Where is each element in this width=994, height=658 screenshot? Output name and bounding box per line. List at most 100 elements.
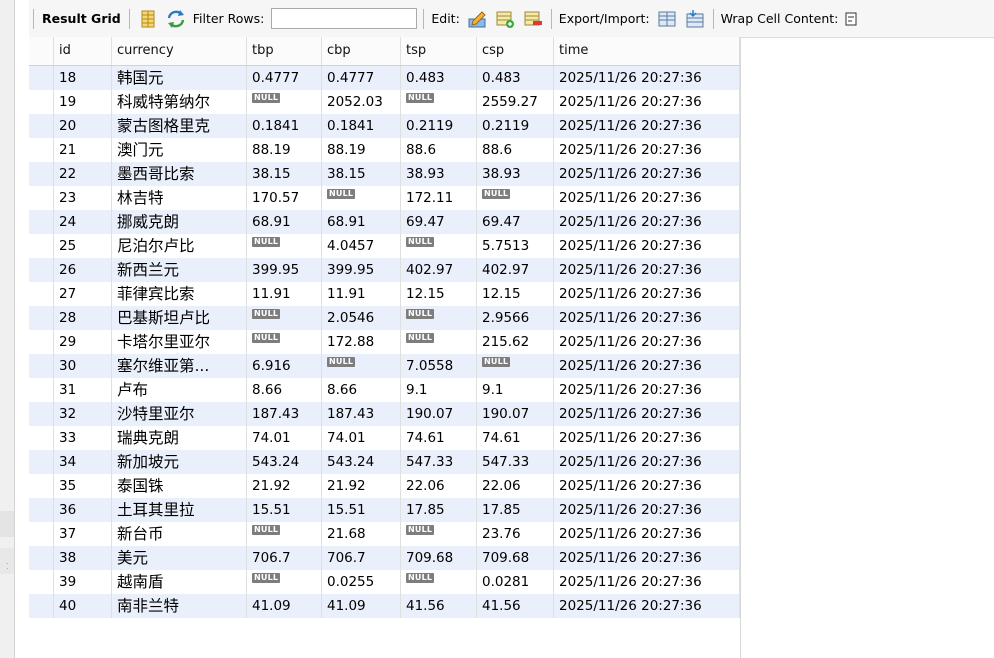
- cell-tbp[interactable]: 21.92: [247, 474, 322, 498]
- cell-csp[interactable]: 2.9566: [477, 306, 554, 330]
- cell-time[interactable]: 2025/11/26 20:27:36: [554, 258, 740, 282]
- cell-cbp[interactable]: 68.91: [322, 210, 401, 234]
- cell-tsp[interactable]: 22.06: [401, 474, 477, 498]
- cell-cbp[interactable]: 74.01: [322, 426, 401, 450]
- cell-cbp[interactable]: 0.4777: [322, 66, 401, 90]
- column-header-csp[interactable]: csp: [477, 37, 554, 65]
- cell-time[interactable]: 2025/11/26 20:27:36: [554, 282, 740, 306]
- cell-time[interactable]: 2025/11/26 20:27:36: [554, 522, 740, 546]
- cell-csp[interactable]: 22.06: [477, 474, 554, 498]
- table-row[interactable]: 37 新台币 NULL 21.68 NULL 23.76 2025/11/26 20:27:…: [29, 522, 740, 546]
- cell-cbp[interactable]: 0.1841: [322, 114, 401, 138]
- cell-time[interactable]: 2025/11/26 20:27:36: [554, 450, 740, 474]
- cell-tbp[interactable]: 88.19: [247, 138, 322, 162]
- table-row[interactable]: 34 新加坡元 543.24 543.24 547.33 547.33 2025/11/26…: [29, 450, 740, 474]
- cell-currency[interactable]: 墨西哥比索: [112, 162, 247, 186]
- row-indicator[interactable]: [29, 210, 54, 234]
- cell-currency[interactable]: 科威特第纳尔: [112, 90, 247, 114]
- table-row[interactable]: 22 墨西哥比索 38.15 38.15 38.93 38.93 2025/11/26 20…: [29, 162, 740, 186]
- table-row[interactable]: 33 瑞典克朗 74.01 74.01 74.61 74.61 2025/11/26 20:…: [29, 426, 740, 450]
- cell-tsp[interactable]: 17.85: [401, 498, 477, 522]
- row-indicator[interactable]: [29, 162, 54, 186]
- cell-id[interactable]: 28: [54, 306, 112, 330]
- cell-id[interactable]: 39: [54, 570, 112, 594]
- cell-tsp[interactable]: 0.483: [401, 66, 477, 90]
- column-header-cbp[interactable]: cbp: [322, 37, 401, 65]
- cell-cbp[interactable]: 15.51: [322, 498, 401, 522]
- cell-id[interactable]: 27: [54, 282, 112, 306]
- column-header-time[interactable]: time: [554, 37, 740, 65]
- cell-id[interactable]: 24: [54, 210, 112, 234]
- cell-currency[interactable]: 瑞典克朗: [112, 426, 247, 450]
- row-indicator[interactable]: [29, 594, 54, 618]
- cell-cbp[interactable]: 41.09: [322, 594, 401, 618]
- row-indicator[interactable]: [29, 546, 54, 570]
- cell-csp[interactable]: 69.47: [477, 210, 554, 234]
- cell-csp[interactable]: 0.483: [477, 66, 554, 90]
- cell-tbp[interactable]: 6.916: [247, 354, 322, 378]
- cell-currency[interactable]: 新加坡元: [112, 450, 247, 474]
- cell-tbp[interactable]: NULL: [247, 330, 322, 354]
- table-row[interactable]: 18 韩国元 0.4777 0.4777 0.483 0.483 2025/11/26 20…: [29, 66, 740, 90]
- cell-csp[interactable]: 23.76: [477, 522, 554, 546]
- cell-tsp[interactable]: 74.61: [401, 426, 477, 450]
- cell-tsp[interactable]: 190.07: [401, 402, 477, 426]
- cell-time[interactable]: 2025/11/26 20:27:36: [554, 474, 740, 498]
- table-row[interactable]: 21 澳门元 88.19 88.19 88.6 88.6 2025/11/26 20:27:…: [29, 138, 740, 162]
- cell-tsp[interactable]: NULL: [401, 306, 477, 330]
- cell-csp[interactable]: 0.2119: [477, 114, 554, 138]
- cell-tbp[interactable]: NULL: [247, 90, 322, 114]
- cell-currency[interactable]: 挪威克朗: [112, 210, 247, 234]
- cell-time[interactable]: 2025/11/26 20:27:36: [554, 138, 740, 162]
- cell-id[interactable]: 34: [54, 450, 112, 474]
- delete-row-icon[interactable]: [523, 9, 543, 29]
- cell-tbp[interactable]: 0.4777: [247, 66, 322, 90]
- cell-tsp[interactable]: NULL: [401, 522, 477, 546]
- cell-tsp[interactable]: NULL: [401, 330, 477, 354]
- row-indicator[interactable]: [29, 114, 54, 138]
- row-indicator[interactable]: [29, 258, 54, 282]
- cell-time[interactable]: 2025/11/26 20:27:36: [554, 162, 740, 186]
- cell-time[interactable]: 2025/11/26 20:27:36: [554, 306, 740, 330]
- cell-id[interactable]: 33: [54, 426, 112, 450]
- cell-time[interactable]: 2025/11/26 20:27:36: [554, 426, 740, 450]
- cell-currency[interactable]: 巴基斯坦卢比: [112, 306, 247, 330]
- cell-tbp[interactable]: 15.51: [247, 498, 322, 522]
- cell-csp[interactable]: 190.07: [477, 402, 554, 426]
- cell-csp[interactable]: 9.1: [477, 378, 554, 402]
- cell-tbp[interactable]: 68.91: [247, 210, 322, 234]
- cell-id[interactable]: 23: [54, 186, 112, 210]
- cell-tbp[interactable]: 38.15: [247, 162, 322, 186]
- row-indicator[interactable]: [29, 138, 54, 162]
- cell-cbp[interactable]: 706.7: [322, 546, 401, 570]
- cell-id[interactable]: 19: [54, 90, 112, 114]
- cell-tbp[interactable]: 41.09: [247, 594, 322, 618]
- cell-time[interactable]: 2025/11/26 20:27:36: [554, 570, 740, 594]
- cell-csp[interactable]: 74.61: [477, 426, 554, 450]
- cell-time[interactable]: 2025/11/26 20:27:36: [554, 66, 740, 90]
- cell-id[interactable]: 36: [54, 498, 112, 522]
- row-indicator[interactable]: [29, 474, 54, 498]
- cell-time[interactable]: 2025/11/26 20:27:36: [554, 402, 740, 426]
- table-row[interactable]: 30 塞尔维亚第... 6.916 NULL 7.0558 NULL 2025/11/26 …: [29, 354, 740, 378]
- cell-csp[interactable]: NULL: [477, 186, 554, 210]
- cell-csp[interactable]: 215.62: [477, 330, 554, 354]
- cell-id[interactable]: 20: [54, 114, 112, 138]
- resize-grip-icon[interactable]: ⁚: [6, 562, 9, 571]
- cell-currency[interactable]: 韩国元: [112, 66, 247, 90]
- filter-rows-input[interactable]: [271, 8, 418, 29]
- cell-tsp[interactable]: 7.0558: [401, 354, 477, 378]
- row-indicator[interactable]: [29, 330, 54, 354]
- cell-cbp[interactable]: 543.24: [322, 450, 401, 474]
- cell-tbp[interactable]: 0.1841: [247, 114, 322, 138]
- cell-id[interactable]: 31: [54, 378, 112, 402]
- cell-cbp[interactable]: 4.0457: [322, 234, 401, 258]
- cell-tsp[interactable]: NULL: [401, 570, 477, 594]
- column-header-tsp[interactable]: tsp: [401, 37, 477, 65]
- cell-tbp[interactable]: NULL: [247, 522, 322, 546]
- cell-tbp[interactable]: 706.7: [247, 546, 322, 570]
- cell-currency[interactable]: 越南盾: [112, 570, 247, 594]
- cell-time[interactable]: 2025/11/26 20:27:36: [554, 210, 740, 234]
- table-row[interactable]: 39 越南盾 NULL 0.0255 NULL 0.0281 2025/11/26 20:2…: [29, 570, 740, 594]
- cell-tsp[interactable]: 709.68: [401, 546, 477, 570]
